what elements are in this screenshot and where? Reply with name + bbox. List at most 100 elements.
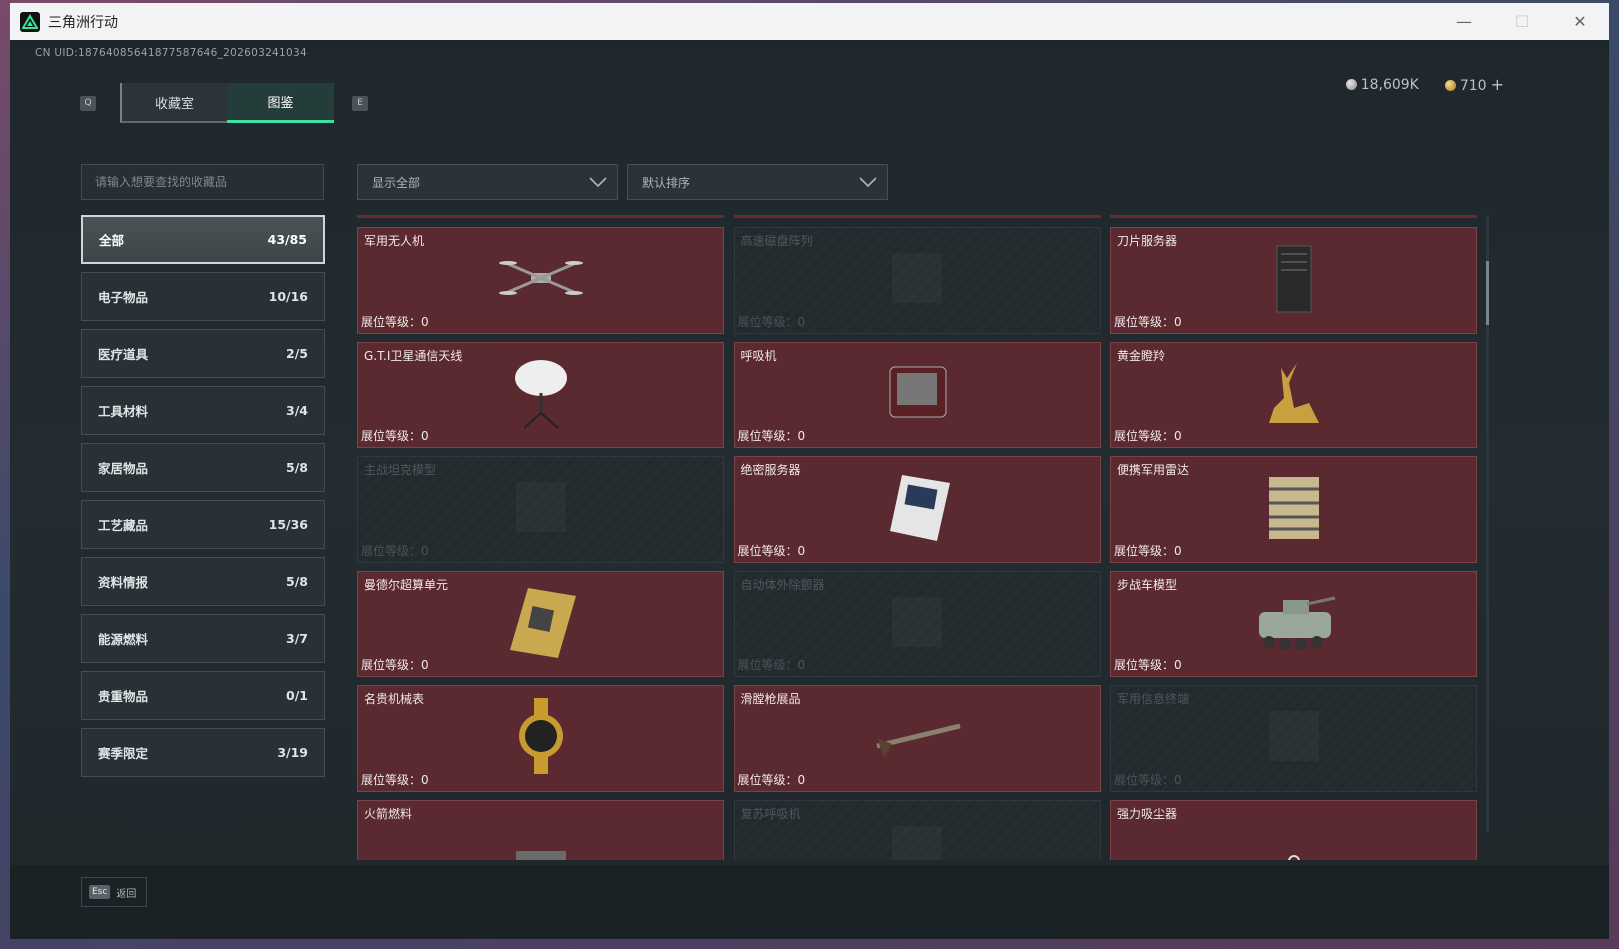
display-level-value: 0: [421, 314, 429, 329]
collection-card[interactable]: 曼德尔超算单元 展位等级：0: [357, 570, 724, 677]
display-level: 展位等级：0: [361, 542, 429, 559]
maximize-button[interactable]: ☐: [1493, 3, 1551, 40]
item-name: 军用信息终端: [1117, 692, 1190, 706]
category-count: 5/8: [286, 460, 308, 475]
collection-card[interactable]: 军用无人机 展位等级：0: [357, 227, 724, 334]
terminal-icon: [1249, 696, 1339, 780]
collection-card[interactable]: 呼吸机 展位等级：0: [733, 341, 1101, 448]
show-filter-dropdown[interactable]: 显示全部: [357, 164, 618, 200]
item-name: 步战车模型: [1117, 577, 1178, 592]
tab-catalog[interactable]: 图鉴: [227, 83, 334, 123]
collection-card[interactable]: 复苏呼吸机展位等级：0: [733, 799, 1101, 860]
display-level-label: 展位等级：: [1114, 429, 1175, 443]
back-button[interactable]: Esc 返回: [81, 877, 147, 907]
display-level: 展位等级：0: [738, 313, 806, 330]
collection-card[interactable]: 自动体外除颤器 展位等级：0: [733, 570, 1101, 677]
app-window: 三角洲行动 — ☐ ✕ CN UID:18764085641877587646_…: [10, 3, 1609, 939]
display-level-label: 展位等级：: [737, 543, 798, 558]
scrollbar[interactable]: [1486, 215, 1489, 832]
item-name: 曼德尔超算单元: [364, 577, 449, 592]
display-level-value: 0: [797, 314, 806, 329]
display-level: 展位等级：0: [361, 656, 429, 673]
close-button[interactable]: ✕: [1551, 3, 1609, 40]
drone-icon: [496, 238, 586, 322]
collection-card[interactable]: 步战车模型 展位等级：0: [1110, 570, 1477, 677]
category-item[interactable]: 工具材料 3/4: [81, 386, 325, 435]
display-level: 展位等级：0: [1114, 542, 1182, 559]
collection-card[interactable]: 强力吸尘器展位等级：0: [1110, 799, 1477, 860]
category-item[interactable]: 工艺藏品 15/36: [81, 500, 325, 549]
search-input[interactable]: [81, 164, 324, 200]
collection-grid-area: 军用无人机 展位等级：0 高速磁盘阵列 展位等级：0 刀片服务器 展位等级：0 G.T.I卫…: [357, 215, 1487, 860]
watch-icon: [496, 696, 586, 780]
add-currency-icon[interactable]: +: [1491, 75, 1504, 94]
blade-server-icon: [1249, 238, 1339, 322]
display-level-value: 0: [797, 543, 806, 558]
collection-card[interactable]: 火箭燃料展位等级：0: [357, 799, 724, 860]
category-label: 医疗道具: [98, 347, 149, 362]
display-level: 展位等级：0: [361, 771, 429, 788]
collection-card[interactable]: 便携军用雷达 展位等级：0: [1110, 456, 1477, 563]
collection-card[interactable]: 名贵机械表 展位等级：0: [357, 685, 724, 792]
category-label: 资料情报: [98, 575, 149, 590]
tab-bar: Q 收藏室 图鉴 E: [80, 83, 368, 123]
collection-card[interactable]: 高速磁盘阵列 展位等级：0: [733, 227, 1101, 334]
category-label: 贵重物品: [98, 689, 149, 704]
silver-coin-icon: [1345, 78, 1357, 90]
gold-currency[interactable]: 710 +: [1444, 75, 1504, 94]
category-count: 43/85: [267, 232, 307, 247]
item-name: 自动体外除颤器: [740, 577, 825, 592]
display-level-label: 展位等级：: [1114, 658, 1175, 672]
sort-dropdown[interactable]: 默认排序: [627, 164, 888, 200]
category-count: 3/19: [277, 745, 308, 760]
collection-card[interactable]: 绝密服务器 展位等级：0: [733, 456, 1101, 563]
display-level-label: 展位等级：: [361, 772, 422, 787]
tab-collection-room[interactable]: 收藏室: [120, 83, 227, 123]
category-item[interactable]: 全部 43/85: [81, 215, 325, 264]
category-list: 全部 43/85 电子物品 10/16 医疗道具 2/5 工具材料 3/4 家居物品 5/8 工艺藏…: [81, 215, 325, 785]
display-level-value: 0: [421, 658, 429, 672]
category-item[interactable]: 赛季限定 3/19: [81, 728, 325, 777]
display-level-value: 0: [1174, 429, 1182, 443]
category-item[interactable]: 医疗道具 2/5: [81, 329, 325, 378]
minimize-button[interactable]: —: [1435, 3, 1493, 40]
collection-card[interactable]: G.T.I卫星通信天线 展位等级：0: [357, 341, 724, 448]
collection-card[interactable]: 刀片服务器 展位等级：0: [1110, 227, 1477, 334]
supercomputer-unit-icon: [496, 582, 586, 666]
category-count: 3/7: [286, 631, 308, 646]
display-level-value: 0: [421, 429, 429, 443]
category-item[interactable]: 家居物品 5/8: [81, 443, 325, 492]
defibrillator-icon: [872, 582, 962, 666]
collection-card[interactable]: 黄金瞪羚 展位等级：0: [1110, 341, 1477, 448]
item-name: 军用无人机: [364, 234, 425, 248]
scrollbar-thumb[interactable]: [1486, 261, 1489, 325]
category-label: 赛季限定: [98, 746, 149, 761]
category-item[interactable]: 电子物品 10/16: [81, 272, 325, 321]
disk-array-icon: [872, 238, 962, 322]
title-bar: 三角洲行动 — ☐ ✕: [10, 3, 1609, 40]
category-item[interactable]: 贵重物品 0/1: [81, 671, 325, 720]
collection-card[interactable]: 军用信息终端 展位等级：0: [1110, 685, 1477, 792]
gold-gazelle-icon: [1249, 353, 1339, 437]
rocket-fuel-icon: [496, 811, 586, 860]
display-level-value: 0: [1174, 772, 1182, 787]
category-item[interactable]: 能源燃料 3/7: [81, 614, 325, 663]
collection-card[interactable]: 滑膛枪展品 展位等级：0: [733, 685, 1101, 792]
category-item[interactable]: 资料情报 5/8: [81, 557, 325, 606]
display-level-value: 0: [797, 429, 806, 443]
e-key-hint[interactable]: E: [352, 95, 368, 111]
category-label: 家居物品: [98, 461, 149, 476]
item-name: 便携军用雷达: [1117, 463, 1190, 477]
display-level-label: 展位等级：: [737, 314, 798, 329]
category-count: 5/8: [286, 574, 308, 589]
collection-card[interactable]: 主战坦克模型 展位等级：0: [357, 456, 724, 563]
display-level: 展位等级：0: [1114, 427, 1182, 444]
category-count: 10/16: [268, 289, 308, 304]
musket-icon: [872, 696, 962, 780]
item-name: 复苏呼吸机: [740, 806, 801, 821]
item-name: 呼吸机: [740, 348, 777, 363]
display-level-label: 展位等级：: [1114, 772, 1175, 787]
display-level: 展位等级：0: [738, 542, 806, 559]
q-key-hint[interactable]: Q: [80, 95, 96, 111]
esc-key-hint: Esc: [89, 885, 111, 899]
